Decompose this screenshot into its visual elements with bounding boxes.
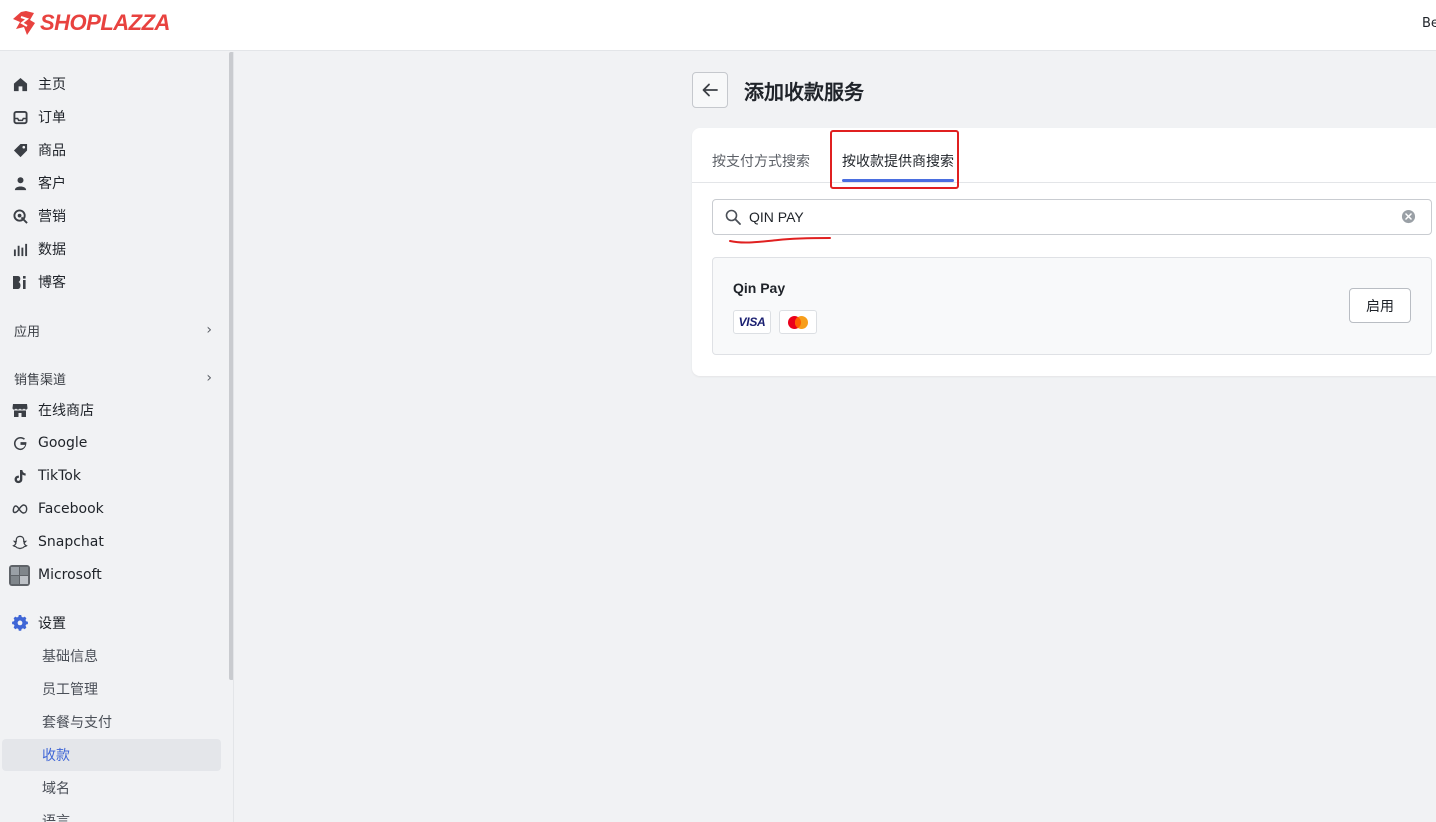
sidebar-item-blog[interactable]: 博客 xyxy=(0,267,222,297)
person-icon xyxy=(12,175,28,191)
add-payment-service-card: 按支付方式搜索 按收款提供商搜索 Qin Pay VISA 启用 xyxy=(692,128,1436,376)
sidebar-item-label: 设置 xyxy=(38,616,66,632)
mastercard-logo-icon xyxy=(779,310,817,334)
chevron-right-icon: › xyxy=(206,322,212,338)
apps-section-label: 应用 xyxy=(14,324,41,340)
tab-search-by-method[interactable]: 按支付方式搜索 xyxy=(712,151,810,171)
sidebar-item-label: Facebook xyxy=(38,501,104,517)
microsoft-icon xyxy=(9,564,30,586)
google-icon xyxy=(12,435,28,451)
target-icon xyxy=(12,208,28,224)
sidebar-item-facebook[interactable]: Facebook xyxy=(0,494,222,524)
account-menu[interactable]: Be xyxy=(1422,16,1436,31)
gear-icon xyxy=(12,615,28,631)
sidebar-item-label: Microsoft xyxy=(38,567,102,583)
sidebar-item-tiktok[interactable]: TikTok xyxy=(0,461,222,491)
store-icon xyxy=(12,402,28,418)
sidebar-item-google[interactable]: Google xyxy=(0,428,222,458)
channels-section-header[interactable]: 销售渠道 › xyxy=(0,363,222,393)
inbox-icon xyxy=(12,109,28,125)
sidebar-item-orders[interactable]: 订单 xyxy=(0,102,222,132)
clear-search-icon[interactable] xyxy=(1401,209,1417,225)
channels-section-label: 销售渠道 xyxy=(14,372,67,388)
provider-result-card: Qin Pay VISA 启用 xyxy=(712,257,1432,355)
sidebar-divider xyxy=(233,52,234,822)
bar-chart-icon xyxy=(12,241,28,257)
sidebar-item-label: 订单 xyxy=(38,110,66,126)
visa-logo: VISA xyxy=(733,310,771,334)
sidebar-item-label: 主页 xyxy=(38,77,66,93)
sidebar-item-label: 在线商店 xyxy=(38,403,94,419)
sidebar-item-snapchat[interactable]: Snapchat xyxy=(0,527,222,557)
back-button[interactable] xyxy=(692,72,728,108)
brand-name: SHOPLAZZA xyxy=(40,10,170,35)
top-bar: SHOPLAZZA Be xyxy=(0,0,1436,51)
sidebar-item-customers[interactable]: 客户 xyxy=(0,168,222,198)
page-title: 添加收款服务 xyxy=(744,79,864,104)
chevron-right-icon: › xyxy=(206,370,212,386)
settings-sub-languages[interactable]: 语言 xyxy=(2,805,221,822)
sidebar: 主页 订单 商品 客户 营销 数据 博客 应用 › 销售渠道 › 在线商店 Go… xyxy=(0,52,230,822)
annotation-underline xyxy=(729,237,831,244)
meta-icon xyxy=(12,501,28,517)
provider-search-box[interactable] xyxy=(712,199,1432,235)
sidebar-item-products[interactable]: 商品 xyxy=(0,135,222,165)
sidebar-item-analytics[interactable]: 数据 xyxy=(0,234,222,264)
sidebar-item-label: 博客 xyxy=(38,275,66,291)
settings-sub-plan-billing[interactable]: 套餐与支付 xyxy=(2,706,221,738)
sidebar-item-label: TikTok xyxy=(38,468,81,484)
tag-icon xyxy=(12,142,28,158)
sidebar-item-label: 数据 xyxy=(38,242,66,258)
sidebar-item-microsoft[interactable]: Microsoft xyxy=(0,560,222,590)
sidebar-item-settings[interactable]: 设置 xyxy=(0,608,222,638)
search-mode-tabs: 按支付方式搜索 按收款提供商搜索 xyxy=(692,128,1436,183)
apps-section-header[interactable]: 应用 › xyxy=(0,315,222,345)
enable-button[interactable]: 启用 xyxy=(1349,288,1411,323)
provider-name: Qin Pay xyxy=(733,280,786,296)
annotation-highlight-box xyxy=(830,130,959,189)
sidebar-item-marketing[interactable]: 营销 xyxy=(0,201,222,231)
sidebar-item-label: 客户 xyxy=(38,176,66,192)
sidebar-item-home[interactable]: 主页 xyxy=(0,69,222,99)
snapchat-icon xyxy=(12,534,28,550)
shoplazza-logo[interactable]: SHOPLAZZA xyxy=(12,10,170,36)
settings-sub-basic-info[interactable]: 基础信息 xyxy=(2,640,221,672)
sidebar-item-label: 商品 xyxy=(38,143,66,159)
settings-sub-staff[interactable]: 员工管理 xyxy=(2,673,221,705)
visa-logo-text: VISA xyxy=(738,315,766,329)
settings-sub-domains[interactable]: 域名 xyxy=(2,772,221,804)
sidebar-item-label: Snapchat xyxy=(38,534,104,550)
home-icon xyxy=(12,76,28,92)
sidebar-item-label: Google xyxy=(38,435,88,451)
shoplazza-logo-icon xyxy=(13,11,35,35)
search-icon xyxy=(725,209,741,225)
arrow-left-icon xyxy=(702,83,718,97)
blog-icon xyxy=(12,274,28,290)
tiktok-icon xyxy=(12,468,28,484)
sidebar-item-online-store[interactable]: 在线商店 xyxy=(0,395,222,425)
search-input[interactable] xyxy=(749,209,1401,225)
sidebar-item-label: 营销 xyxy=(38,209,66,225)
page-header: 添加收款服务 xyxy=(692,72,864,108)
settings-sub-payments[interactable]: 收款 xyxy=(2,739,221,771)
